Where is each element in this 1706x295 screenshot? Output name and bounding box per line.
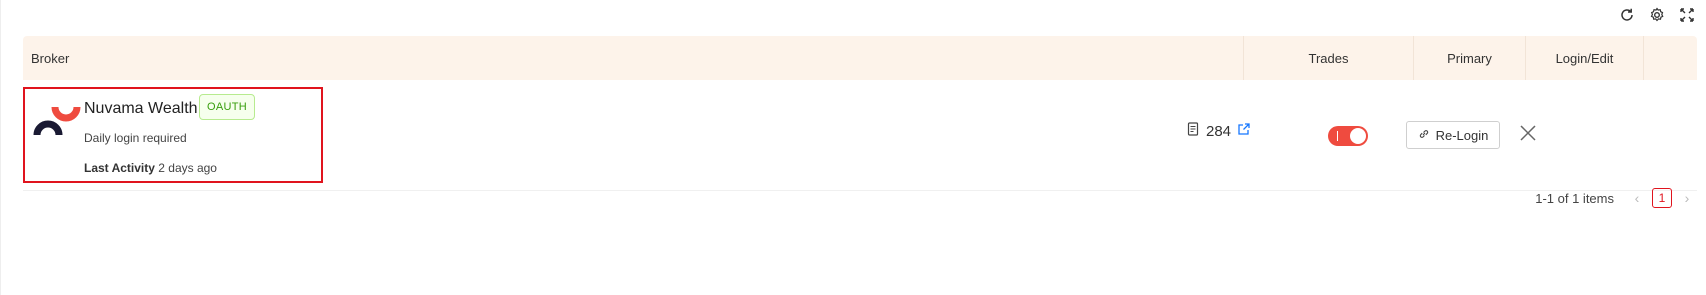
table-header: Broker Trades Primary Login/Edit: [23, 36, 1697, 80]
header-trades: Trades: [1243, 36, 1413, 80]
trades-cell: 284: [1186, 122, 1251, 140]
header-primary: Primary: [1413, 36, 1525, 80]
last-activity-label: Last Activity: [84, 161, 155, 175]
fullscreen-icon: [1679, 7, 1695, 28]
broker-logo: [33, 103, 81, 143]
table-toolbar: [1618, 6, 1696, 28]
close-icon: [1519, 124, 1537, 147]
page-1-button[interactable]: 1: [1652, 188, 1672, 208]
last-activity-value: 2 days ago: [158, 161, 217, 175]
pagination: 1-1 of 1 items ‹ 1 ›: [1535, 188, 1694, 208]
link-icon: [1418, 128, 1430, 143]
broker-page: Broker Trades Primary Login/Edit Nuvama …: [0, 0, 1706, 295]
broker-cell: Nuvama Wealth OAUTH Daily login required…: [23, 87, 323, 183]
auth-type-badge: OAUTH: [199, 94, 255, 120]
settings-button[interactable]: [1648, 6, 1666, 28]
broker-subtitle: Daily login required: [84, 131, 187, 145]
last-activity: Last Activity 2 days ago: [84, 161, 217, 175]
table-row: Nuvama Wealth OAUTH Daily login required…: [23, 80, 1697, 191]
fullscreen-button[interactable]: [1678, 7, 1696, 28]
broker-table: Broker Trades Primary Login/Edit Nuvama …: [23, 36, 1697, 191]
primary-toggle[interactable]: [1328, 126, 1368, 146]
next-page-button[interactable]: ›: [1680, 188, 1694, 208]
external-link-icon[interactable]: [1237, 122, 1251, 140]
refresh-icon: [1619, 7, 1635, 28]
remove-broker-button[interactable]: [1517, 124, 1539, 146]
trades-count: 284: [1206, 122, 1232, 140]
toggle-on-mark: [1337, 131, 1338, 141]
gear-icon: [1649, 6, 1665, 28]
prev-page-button[interactable]: ‹: [1630, 188, 1644, 208]
relogin-label: Re-Login: [1435, 127, 1489, 143]
header-actions: [1643, 36, 1697, 80]
header-login-edit: Login/Edit: [1525, 36, 1643, 80]
pagination-summary: 1-1 of 1 items: [1535, 190, 1614, 206]
relogin-button[interactable]: Re-Login: [1406, 121, 1500, 149]
header-broker: Broker: [31, 50, 70, 66]
broker-name: Nuvama Wealth: [84, 100, 198, 117]
refresh-button[interactable]: [1618, 8, 1636, 26]
document-icon: [1186, 122, 1200, 140]
toggle-knob: [1350, 128, 1366, 144]
